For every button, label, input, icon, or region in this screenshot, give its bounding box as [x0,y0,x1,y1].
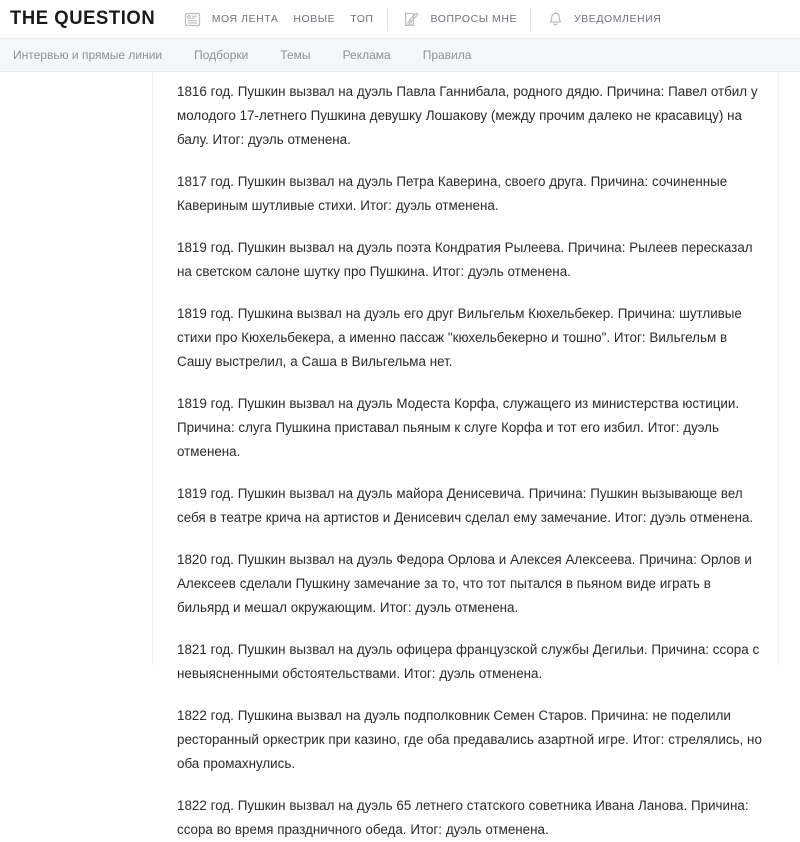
answer-text: 1816 год. Пушкин вызвал на дуэль Павла Г… [177,72,762,842]
answer-paragraph: 1820 год. Пушкин вызвал на дуэль Федора … [177,552,752,615]
bell-icon [544,8,566,30]
nav-group-notifications[interactable]: УВЕДОМЛЕНИЯ [544,0,661,38]
answer-paragraph: 1822 год. Пушкин вызвал на дуэль 65 летн… [177,798,749,837]
answer-paragraph: 1816 год. Пушкин вызвал на дуэль Павла Г… [177,84,758,147]
subnav-item-rules[interactable]: Правила [423,48,472,62]
answer-paragraph: 1819 год. Пушкин вызвал на дуэль Модеста… [177,396,740,459]
subnav-item-topics[interactable]: Темы [280,48,310,62]
content-rail-right [778,72,779,665]
nav-group-feed: МОЯ ЛЕНТА НОВЫЕ ТОП [182,0,374,38]
subnav-item-interviews[interactable]: Интервью и прямые линии [13,48,162,62]
answer-paragraph: 1819 год. Пушкина вызвал на дуэль его др… [177,306,742,369]
nav-item-top[interactable]: ТОП [350,13,373,25]
nav-item-new[interactable]: НОВЫЕ [293,13,335,25]
primary-nav: МОЯ ЛЕНТА НОВЫЕ ТОП ВОПРОСЫ МНЕ УВЕДОМЛЕ… [182,0,662,38]
feed-icon [182,8,204,30]
subnav-item-advertising[interactable]: Реклама [343,48,391,62]
content-rail-left [152,72,153,665]
secondary-nav: Интервью и прямые линии Подборки Темы Ре… [0,38,800,72]
nav-divider [386,8,388,30]
site-header: THE QUESTION МОЯ ЛЕНТА НОВЫЕ ТОП ВОПРОСЫ… [0,0,800,38]
answer-paragraph: 1819 год. Пушкин вызвал на дуэль майора … [177,486,754,525]
nav-item-my-feed[interactable]: МОЯ ЛЕНТА [212,13,279,25]
answer-paragraph: 1819 год. Пушкин вызвал на дуэль поэта К… [177,240,753,279]
nav-item-questions-to-me[interactable]: ВОПРОСЫ МНЕ [431,13,518,25]
page-body: 1816 год. Пушкин вызвал на дуэль Павла Г… [0,72,800,837]
nav-item-notifications[interactable]: УВЕДОМЛЕНИЯ [574,13,661,25]
nav-group-questions[interactable]: ВОПРОСЫ МНЕ [401,0,518,38]
edit-icon [401,8,423,30]
nav-divider [530,8,532,30]
answer-paragraph: 1821 год. Пушкин вызвал на дуэль офицера… [177,642,760,681]
answer-paragraph: 1822 год. Пушкина вызвал на дуэль подпол… [177,708,762,771]
site-logo[interactable]: THE QUESTION [10,8,155,30]
answer-paragraph: 1817 год. Пушкин вызвал на дуэль Петра К… [177,174,728,213]
subnav-item-collections[interactable]: Подборки [194,48,248,62]
